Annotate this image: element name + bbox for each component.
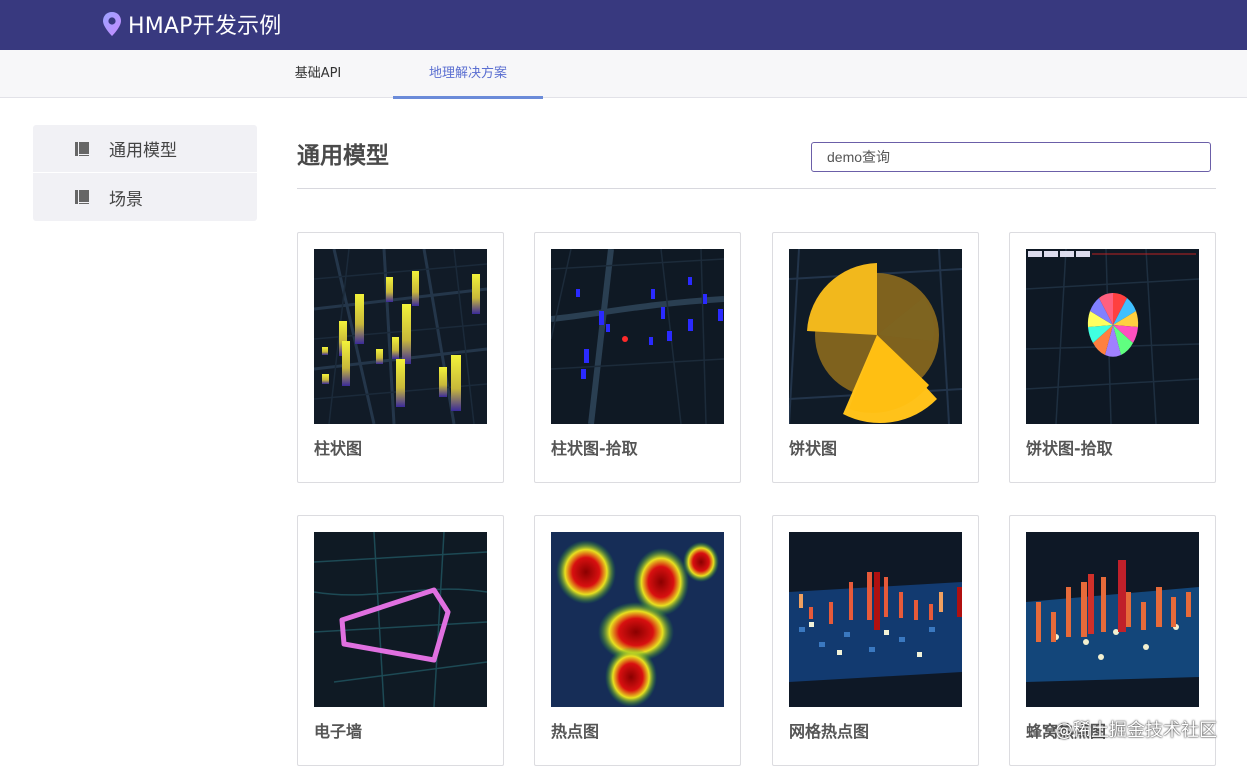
- watermark: @稀土掘金技术社区: [1055, 720, 1217, 741]
- demo-card-electronic-wall[interactable]: 电子墙: [297, 515, 504, 766]
- sidebar: 通用模型 场景: [33, 125, 257, 221]
- search-input[interactable]: [811, 142, 1211, 172]
- app-title: HMAP开发示例: [128, 14, 282, 39]
- demo-thumbnail: [551, 532, 724, 707]
- demo-card-bar-chart[interactable]: 柱状图: [297, 232, 504, 483]
- demo-card-bar-chart-pick[interactable]: 柱状图-拾取: [534, 232, 741, 483]
- sidebar-item-scenes[interactable]: 场景: [33, 173, 257, 221]
- demo-card-label: 电子墙: [314, 722, 363, 741]
- demo-card-label: 柱状图-拾取: [551, 439, 638, 458]
- divider: [297, 188, 1216, 189]
- tab-basic-api[interactable]: 基础API: [263, 50, 373, 98]
- demo-card-grid-heatmap[interactable]: 网格热点图: [772, 515, 979, 766]
- demo-card-pie-chart[interactable]: 饼状图: [772, 232, 979, 483]
- sidebar-item-label: 通用模型: [109, 141, 177, 161]
- brand[interactable]: HMAP开发示例: [102, 9, 281, 39]
- demo-card-label: 饼状图-拾取: [1026, 439, 1113, 458]
- tab-geo-solutions[interactable]: 地理解决方案: [393, 50, 543, 99]
- top-bar: HMAP开发示例: [0, 0, 1247, 50]
- demo-thumbnail: [1026, 532, 1199, 707]
- demo-thumbnail: [314, 249, 487, 424]
- sidebar-item-general-models[interactable]: 通用模型: [33, 125, 257, 173]
- map-pin-icon: [103, 12, 121, 36]
- demo-thumbnail: [1026, 249, 1199, 424]
- demo-thumbnail: [789, 532, 962, 707]
- demo-card-label: 网格热点图: [789, 722, 870, 741]
- sidebar-item-label: 场景: [109, 189, 143, 210]
- book-icon: [75, 141, 89, 156]
- demo-thumbnail: [314, 532, 487, 707]
- tab-bar: 基础API 地理解决方案: [0, 50, 1247, 99]
- book-icon: [75, 190, 89, 204]
- demo-thumbnail: [789, 249, 962, 424]
- demo-card-label: 热点图: [551, 722, 600, 741]
- demo-card-pie-chart-pick[interactable]: 饼状图-拾取: [1009, 232, 1216, 483]
- demo-card-heatmap[interactable]: 热点图: [534, 515, 741, 766]
- demo-card-label: 饼状图: [789, 439, 838, 458]
- page-title: 通用模型: [297, 143, 389, 169]
- demo-card-label: 柱状图: [314, 439, 363, 458]
- demo-thumbnail: [551, 249, 724, 424]
